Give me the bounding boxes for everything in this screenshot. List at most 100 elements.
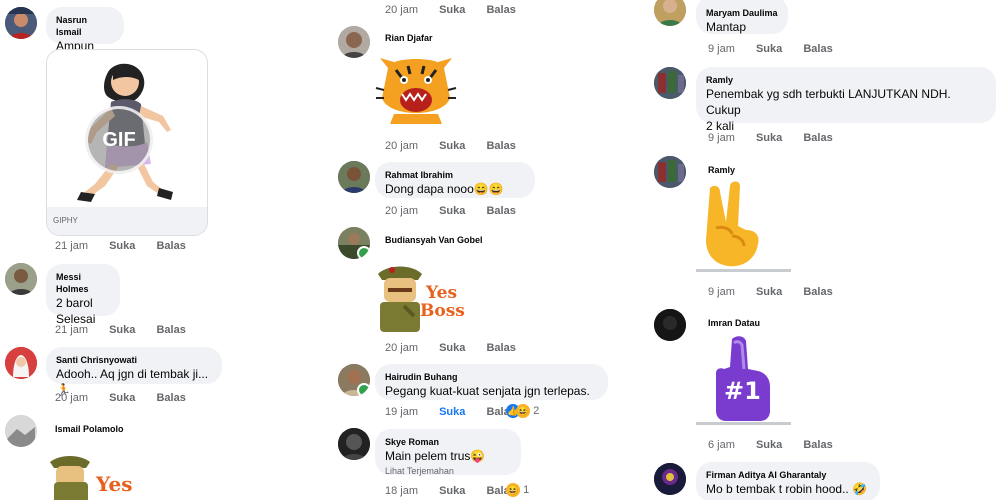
reply-button[interactable]: Balas: [156, 240, 185, 252]
reaction-summary[interactable]: 😆 1: [506, 483, 529, 497]
comment-time[interactable]: 20 jam: [55, 392, 88, 404]
like-button[interactable]: Suka: [439, 205, 465, 217]
reply-button[interactable]: Balas: [803, 132, 832, 144]
reply-button[interactable]: Balas: [803, 286, 832, 298]
avatar[interactable]: [338, 364, 370, 396]
reply-button[interactable]: Balas: [156, 324, 185, 336]
like-button[interactable]: Suka: [109, 240, 135, 252]
like-button[interactable]: Suka: [109, 392, 135, 404]
reply-button[interactable]: Balas: [803, 43, 832, 55]
comment-time[interactable]: 18 jam: [385, 485, 418, 497]
comment-time[interactable]: 9 jam: [708, 132, 735, 144]
comment-time[interactable]: 9 jam: [708, 43, 735, 55]
commenter-name[interactable]: Santi Chrisnyowati: [56, 354, 212, 366]
haha-reaction-icon: 😆: [516, 404, 530, 418]
commenter-name[interactable]: Hairudin Buhang: [385, 371, 598, 383]
sticker-text: Yes: [426, 283, 458, 303]
comment-bubble: Hairudin Buhang Pegang kuat-kuat senjata…: [375, 364, 608, 400]
like-button[interactable]: Suka: [439, 406, 465, 418]
commenter-name[interactable]: Firman Aditya Al Gharantaly: [706, 469, 870, 481]
like-button[interactable]: Suka: [439, 4, 465, 16]
comment-time[interactable]: 20 jam: [385, 140, 418, 152]
commenter-name[interactable]: Budiansyah Van Gobel: [385, 234, 483, 246]
comment-bubble: Rahmat Ibrahim Dong dapa nooo😄😄: [375, 162, 535, 198]
comment-bubble: Skye Roman Main pelem trus😜 Lihat Terjem…: [375, 429, 521, 476]
see-translation-link[interactable]: Lihat Terjemahan: [385, 466, 511, 476]
comment-actions: 6 jam Suka Balas: [708, 439, 851, 451]
like-button[interactable]: Suka: [109, 324, 135, 336]
like-button[interactable]: Suka: [439, 342, 465, 354]
comment-bubble: Santi Chrisnyowati Adooh.. Aq jgn di tem…: [46, 347, 222, 397]
reaction-count: 1: [523, 483, 530, 496]
avatar[interactable]: [654, 156, 686, 188]
gif-badge: GIF: [85, 106, 153, 174]
reply-button[interactable]: Balas: [156, 392, 185, 404]
avatar[interactable]: [5, 7, 37, 39]
comment-actions: 20 jam Suka Balas: [385, 342, 534, 354]
avatar[interactable]: [654, 463, 686, 495]
gif-source: GIPHY: [47, 207, 207, 235]
avatar[interactable]: [338, 161, 370, 193]
commenter-name[interactable]: Skye Roman: [385, 436, 511, 448]
like-button[interactable]: Suka: [756, 286, 782, 298]
commenter-name[interactable]: Imran Datau: [708, 317, 760, 329]
reply-button[interactable]: Balas: [486, 140, 515, 152]
comment-time[interactable]: 19 jam: [385, 406, 418, 418]
sticker-subtext: Boss: [420, 301, 465, 321]
comment-time[interactable]: 20 jam: [385, 205, 418, 217]
comment-time[interactable]: 21 jam: [55, 240, 88, 252]
avatar[interactable]: [654, 0, 686, 26]
commenter-name[interactable]: Rian Djafar: [385, 32, 433, 44]
gif-attachment[interactable]: GIF GIPHY: [46, 49, 208, 236]
like-button[interactable]: Suka: [756, 439, 782, 451]
haha-reaction-icon: 😆: [506, 483, 520, 497]
commenter-name[interactable]: Ramly: [708, 164, 735, 176]
comment-text: 2 barol Selesai: [56, 296, 96, 326]
commenter-name[interactable]: Messi Holmes: [56, 271, 110, 295]
reaction-count: 2: [533, 404, 540, 417]
soldier-icon: [378, 266, 422, 332]
avatar[interactable]: [5, 263, 37, 295]
reply-button[interactable]: Balas: [486, 205, 515, 217]
comment-actions: 20 jam Suka Balas: [55, 392, 204, 404]
like-button[interactable]: Suka: [756, 43, 782, 55]
comment-text: Dong dapa nooo😄😄: [385, 182, 504, 196]
comment-actions: 21 jam Suka Balas: [55, 240, 204, 252]
reply-button[interactable]: Balas: [486, 342, 515, 354]
reply-button[interactable]: Balas: [803, 439, 832, 451]
comment-column-middle: 20 jam Suka Balas Rian Djafar 20 jam Suk…: [334, 0, 650, 500]
like-button[interactable]: Suka: [439, 485, 465, 497]
avatar[interactable]: [5, 347, 37, 379]
avatar[interactable]: [338, 428, 370, 460]
reaction-summary[interactable]: 👍😆 2: [506, 404, 539, 418]
commenter-name[interactable]: Nasrun Ismail: [56, 14, 114, 38]
like-button[interactable]: Suka: [756, 132, 782, 144]
yes-boss-sticker[interactable]: Yes Boss: [374, 262, 465, 332]
avatar[interactable]: [654, 309, 686, 341]
comment-time[interactable]: 9 jam: [708, 286, 735, 298]
comment-time[interactable]: 6 jam: [708, 439, 735, 451]
commenter-name[interactable]: Ismail Polamolo: [55, 423, 124, 435]
like-button[interactable]: Suka: [439, 140, 465, 152]
avatar[interactable]: [5, 415, 37, 447]
victory-hand-sticker[interactable]: [696, 180, 791, 272]
comment-bubble: Ramly Penembak yg sdh terbukti LANJUTKAN…: [696, 67, 996, 133]
commenter-name[interactable]: Ramly: [706, 74, 986, 86]
avatar[interactable]: [338, 227, 370, 259]
foam-finger-sticker[interactable]: #1: [696, 333, 791, 425]
commenter-name[interactable]: Rahmat Ibrahim: [385, 169, 525, 181]
yes-boss-sticker[interactable]: Yes: [44, 452, 134, 500]
roaring-tiger-sticker[interactable]: [374, 48, 458, 130]
comment-time[interactable]: 20 jam: [385, 342, 418, 354]
comment-actions: 20 jam Suka Balas: [385, 205, 534, 217]
comment-time[interactable]: 20 jam: [385, 4, 418, 16]
avatar[interactable]: [338, 26, 370, 58]
sticker-text: Yes: [96, 472, 133, 496]
comment-bubble: Maryam Daulima Mantap: [696, 0, 788, 34]
comment-time[interactable]: 21 jam: [55, 324, 88, 336]
commenter-name[interactable]: Maryam Daulima: [706, 7, 778, 19]
avatar[interactable]: [654, 67, 686, 99]
comment-actions: 20 jam Suka Balas: [385, 4, 534, 16]
victory-hand-icon: [706, 181, 759, 267]
reply-button[interactable]: Balas: [486, 4, 515, 16]
